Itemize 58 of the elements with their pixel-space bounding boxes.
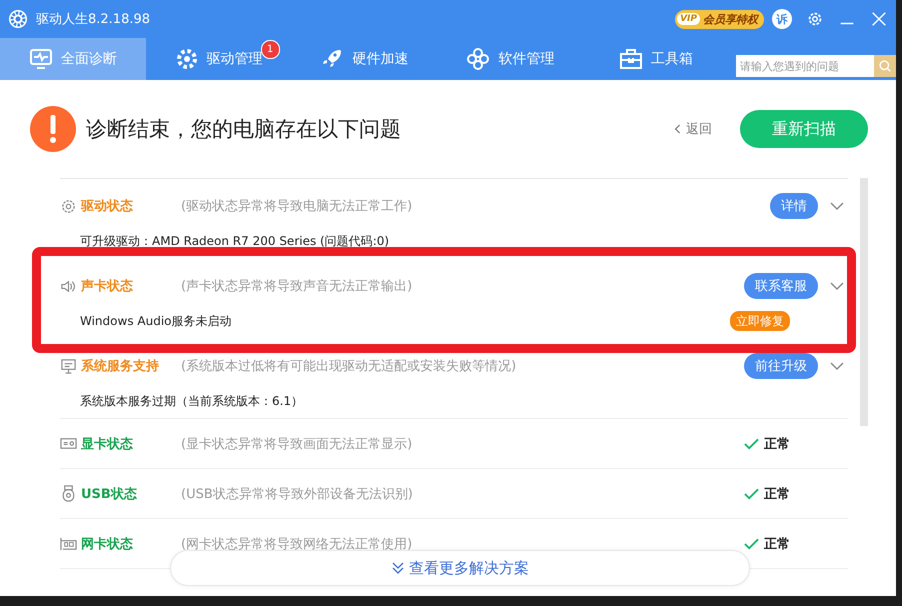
status-description: (声卡状态异常将导致声音无法正常输出) — [181, 278, 412, 295]
monitor-icon — [28, 47, 53, 71]
expand-chevron-icon[interactable] — [830, 202, 844, 210]
flower-icon — [466, 47, 490, 71]
nav-tab[interactable]: 驱动管理 1 — [146, 38, 292, 80]
monitor-icon — [60, 358, 77, 374]
toolbox-icon — [619, 47, 644, 71]
settings-icon[interactable] — [806, 10, 824, 28]
status-title: 网卡状态 — [81, 536, 134, 552]
expand-chevron-icon[interactable] — [830, 282, 844, 290]
action-button[interactable]: 前往升级 — [744, 353, 818, 379]
issue-detail: 可升级驱动：AMD Radeon R7 200 Series (问题代码:0) — [80, 232, 390, 250]
window-title: 驱动人生8.2.18.98 — [36, 11, 150, 28]
more-solutions-button[interactable]: 查看更多解决方案 — [170, 550, 750, 586]
check-icon — [744, 538, 759, 550]
nav-tab[interactable]: 全面诊断 — [0, 38, 146, 80]
double-chevron-down-icon — [391, 561, 405, 575]
check-icon — [744, 488, 759, 500]
notification-badge: 1 — [260, 40, 280, 59]
gear-icon — [174, 47, 199, 71]
status-description: (驱动状态异常将导致电脑无法正常工作) — [181, 198, 412, 215]
usb-drive-icon — [60, 485, 77, 502]
gear-icon — [60, 198, 77, 214]
status-text: 正常 — [764, 436, 790, 452]
check-icon — [744, 438, 759, 450]
expand-chevron-icon[interactable] — [830, 362, 844, 370]
page-heading: 诊断结束，您的电脑存在以下问题 — [86, 116, 401, 143]
status-text: 正常 — [764, 486, 790, 502]
vip-badge[interactable]: VIP 会员享特权 — [675, 10, 764, 28]
status-title: 驱动状态 — [81, 198, 134, 215]
fix-button[interactable]: 立即修复 — [730, 311, 790, 331]
close-icon[interactable] — [870, 10, 888, 28]
status-description: (显卡状态异常将导致画面无法正常显示) — [181, 436, 412, 452]
scrollbar[interactable] — [860, 178, 868, 426]
graphics-card-icon — [60, 435, 77, 452]
back-link[interactable]: 返回 — [668, 119, 718, 139]
status-title: 显卡状态 — [81, 436, 134, 452]
nav-tab[interactable]: 工具箱 — [583, 38, 729, 80]
gear-logo-icon — [8, 9, 28, 29]
nav-tab[interactable]: 硬件加速 — [292, 38, 438, 80]
status-title: USB状态 — [81, 486, 138, 502]
status-title: 声卡状态 — [81, 278, 134, 295]
warning-icon — [30, 106, 76, 152]
complaint-button[interactable]: 诉 — [772, 9, 792, 29]
status-description: (网卡状态异常将导致网络无法正常使用) — [181, 536, 412, 552]
issue-detail: Windows Audio服务未启动 — [80, 312, 232, 330]
chevron-left-icon — [674, 123, 682, 135]
status-title: 系统服务支持 — [81, 358, 160, 375]
action-button[interactable]: 联系客服 — [744, 273, 818, 299]
rescan-button[interactable]: 重新扫描 — [740, 110, 868, 148]
network-card-icon — [60, 535, 77, 552]
action-button[interactable]: 详情 — [770, 193, 818, 219]
issue-detail: 系统版本服务过期（当前系统版本：6.1） — [80, 392, 304, 410]
nav-tab[interactable]: 软件管理 — [437, 38, 584, 80]
status-description: (系统版本过低将有可能出现驱动无适配或安装失败等情况) — [181, 358, 516, 375]
status-description: (USB状态异常将导致外部设备无法识别) — [181, 486, 413, 502]
status-text: 正常 — [764, 536, 790, 552]
search-field[interactable]: 请输入您遇到的问题 — [736, 55, 896, 77]
